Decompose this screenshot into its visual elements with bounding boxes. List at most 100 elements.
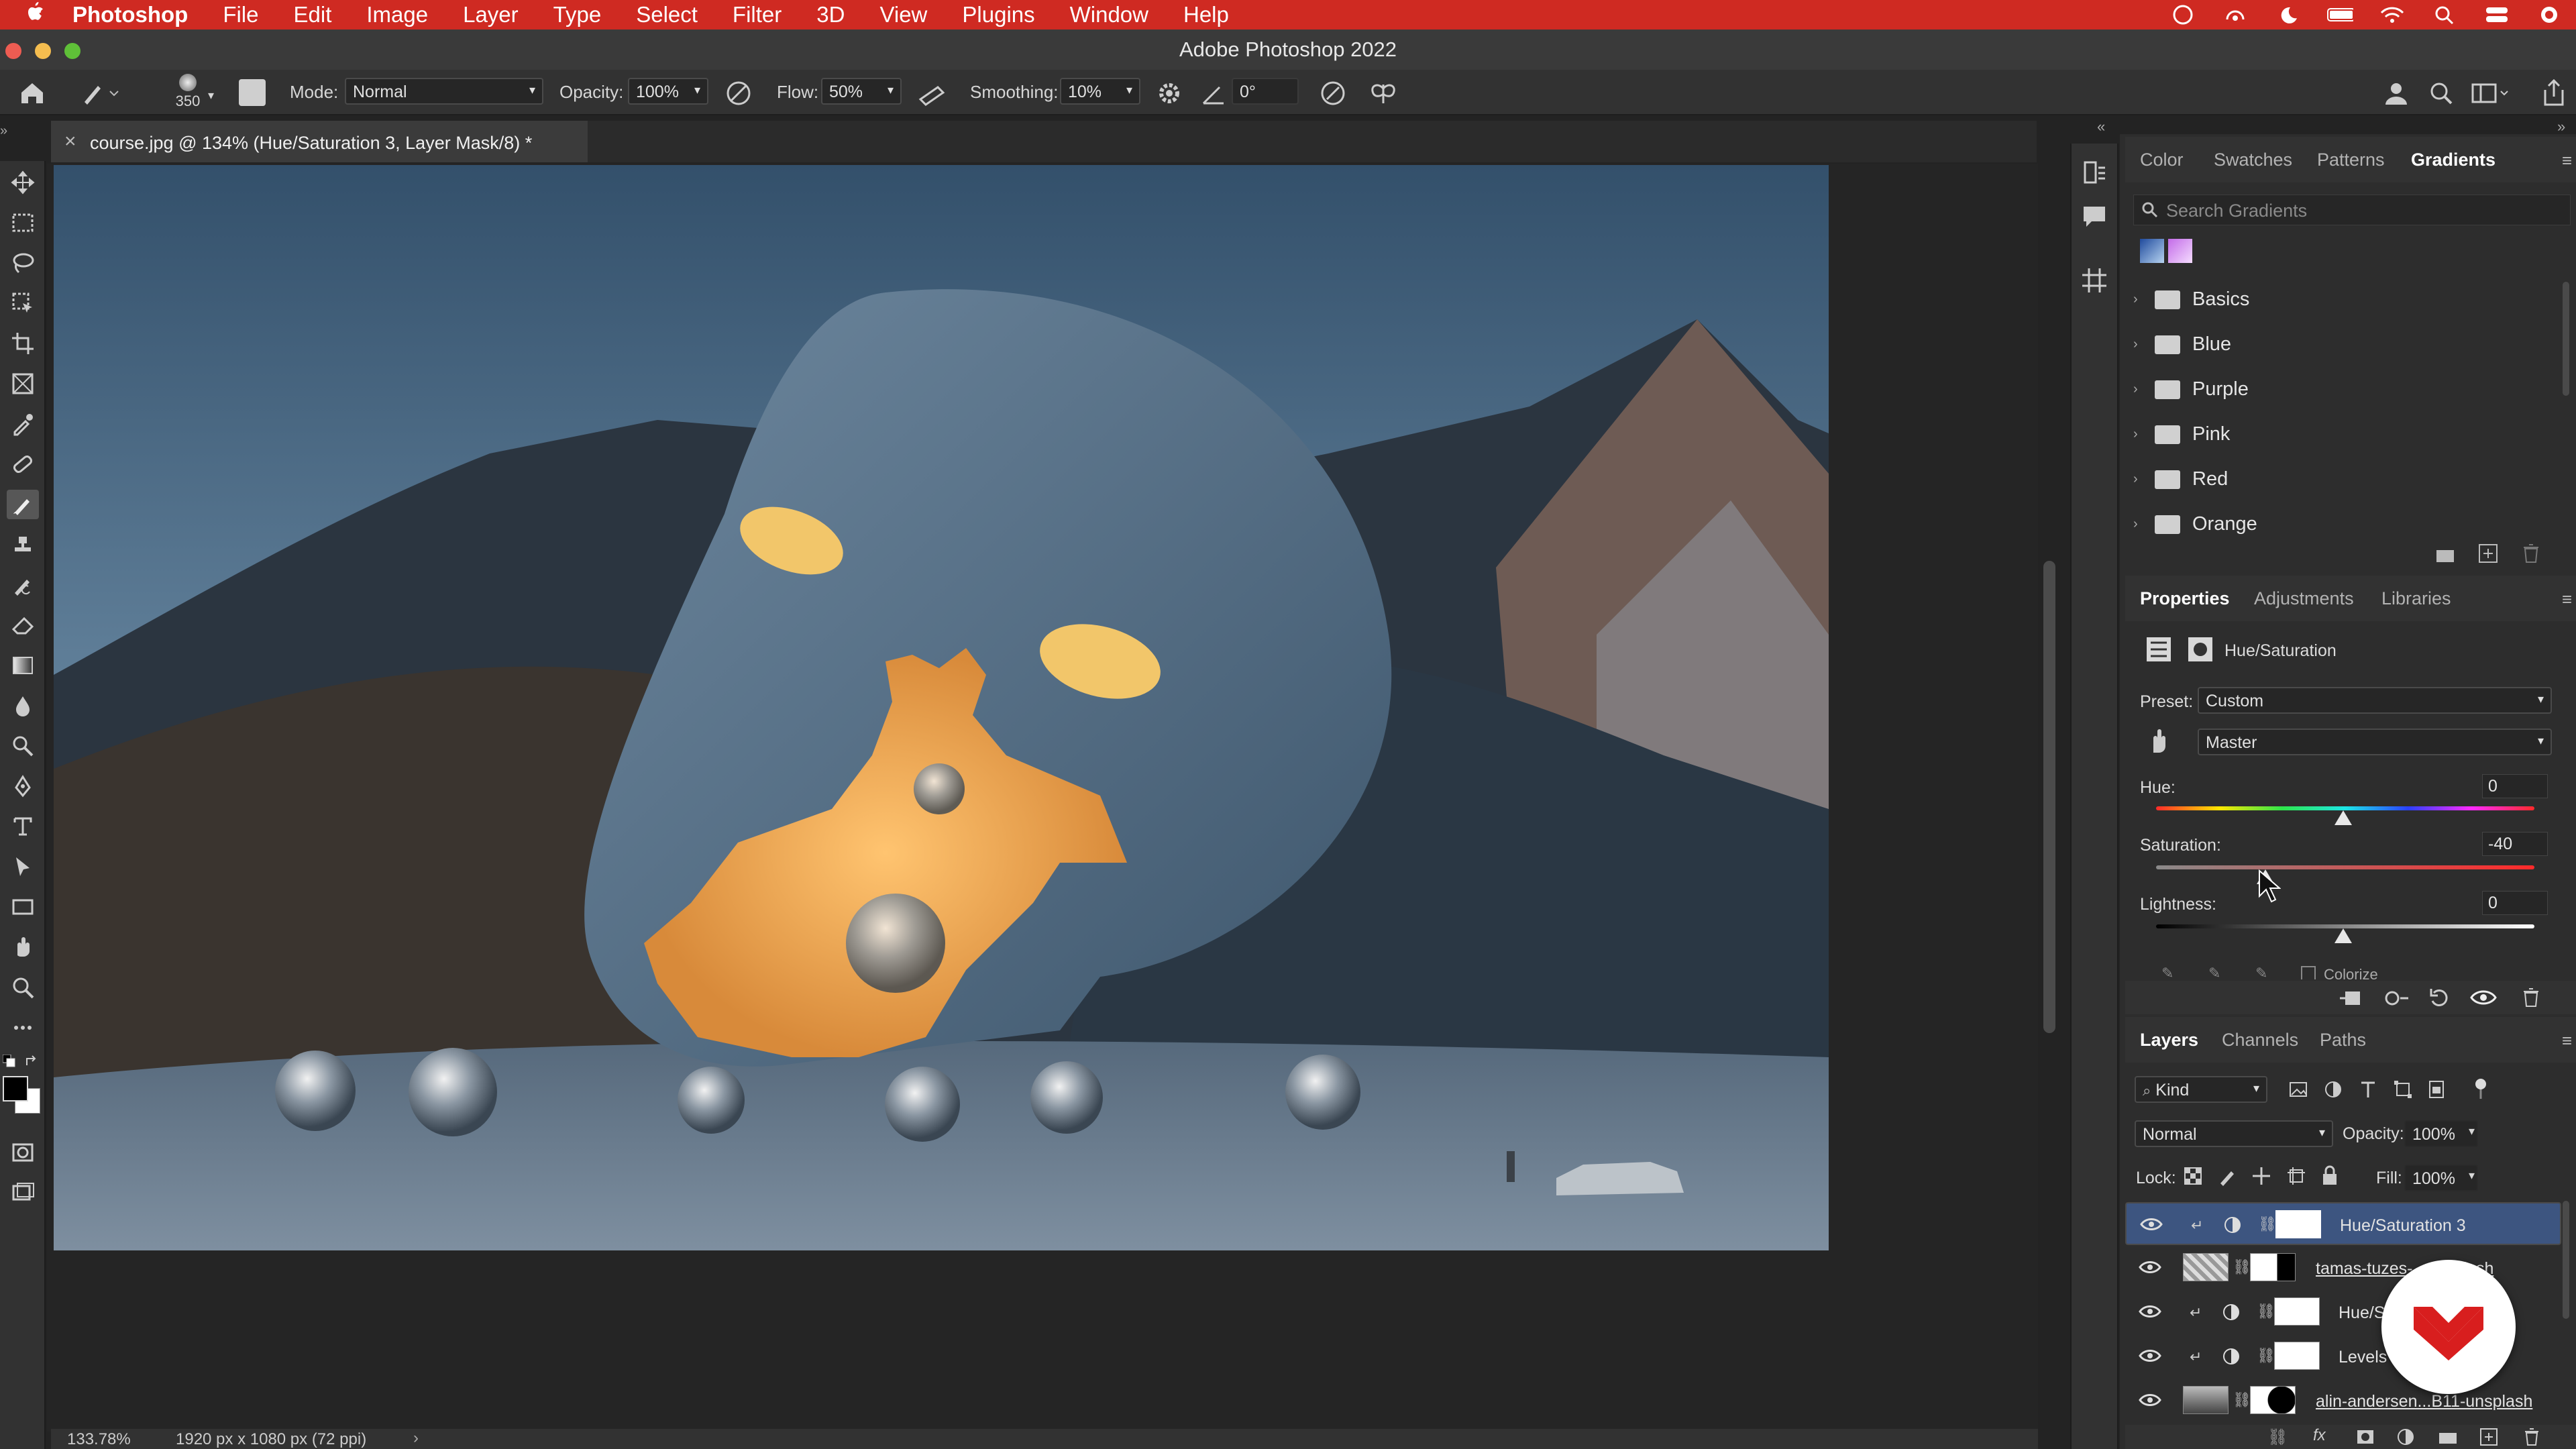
path-selection-tool-icon[interactable] bbox=[7, 852, 39, 881]
toggle-visibility-eye-icon[interactable] bbox=[2470, 987, 2497, 1011]
battery-icon[interactable] bbox=[2326, 5, 2353, 25]
new-layer-icon[interactable] bbox=[2479, 1428, 2498, 1449]
menu-edit[interactable]: Edit bbox=[294, 2, 332, 28]
siri-icon[interactable] bbox=[2536, 5, 2563, 25]
visibility-eye-icon[interactable] bbox=[2139, 1303, 2161, 1325]
pressure-size-icon[interactable] bbox=[1319, 79, 1347, 111]
more-tools-icon[interactable] bbox=[7, 1013, 39, 1042]
targeted-adjustment-hand-icon[interactable] bbox=[2145, 726, 2174, 759]
panel-menu-icon[interactable]: ≡ bbox=[2562, 589, 2572, 610]
rectangle-tool-icon[interactable] bbox=[7, 892, 39, 922]
chevron-down-icon[interactable]: ▾ bbox=[2469, 1169, 2475, 1183]
gradient-folder-orange[interactable]: › Orange bbox=[2133, 513, 2257, 535]
layer-filter-kind-select[interactable]: ⌕ Kind ▾ bbox=[2135, 1076, 2267, 1103]
wifi-icon[interactable] bbox=[2379, 5, 2406, 25]
view-previous-state-icon[interactable] bbox=[2383, 989, 2410, 1011]
healing-brush-tool-icon[interactable] bbox=[7, 449, 39, 479]
eyedropper-plus-icon[interactable]: ✎ bbox=[2208, 965, 2220, 979]
layer-mask-thumbnail[interactable] bbox=[2274, 1342, 2320, 1370]
pen-tool-icon[interactable] bbox=[7, 771, 39, 801]
lasso-tool-icon[interactable] bbox=[7, 248, 39, 278]
apple-menu-icon[interactable] bbox=[24, 1, 44, 29]
layer-thumbnail[interactable] bbox=[2183, 1386, 2229, 1414]
tab-libraries[interactable]: Libraries bbox=[2381, 576, 2451, 621]
trash-icon[interactable] bbox=[2522, 1428, 2541, 1449]
gradients-scrollbar[interactable] bbox=[2563, 282, 2569, 396]
brush-size-caret-icon[interactable]: ▾ bbox=[208, 89, 214, 103]
new-gradient-icon[interactable] bbox=[2478, 543, 2498, 567]
foreground-color-swatch[interactable] bbox=[3, 1076, 28, 1102]
menu-help[interactable]: Help bbox=[1183, 2, 1229, 28]
document-tab[interactable]: × course.jpg @ 134% (Hue/Saturation 3, L… bbox=[51, 121, 588, 162]
menu-select[interactable]: Select bbox=[636, 2, 698, 28]
crop-tool-icon[interactable] bbox=[7, 329, 39, 358]
clone-stamp-tool-icon[interactable] bbox=[7, 530, 39, 559]
type-tool-icon[interactable] bbox=[7, 812, 39, 841]
marquee-tool-icon[interactable] bbox=[7, 208, 39, 237]
adjustment-layer-icon[interactable] bbox=[2145, 636, 2172, 666]
colorize-checkbox[interactable] bbox=[2301, 966, 2316, 979]
filter-smart-objects-icon[interactable] bbox=[2426, 1079, 2447, 1104]
new-group-icon[interactable] bbox=[2438, 1429, 2458, 1448]
hand-tool-icon[interactable] bbox=[7, 932, 39, 962]
lock-transparent-pixels-icon[interactable] bbox=[2183, 1166, 2203, 1189]
saturation-slider[interactable] bbox=[2156, 865, 2534, 869]
link-layers-icon[interactable]: ⛓ bbox=[2267, 1428, 2288, 1447]
frame-tool-icon[interactable] bbox=[7, 369, 39, 398]
add-mask-icon[interactable] bbox=[2356, 1429, 2375, 1448]
hue-slider-thumb[interactable] bbox=[2334, 810, 2352, 825]
history-brush-tool-icon[interactable] bbox=[7, 570, 39, 600]
quick-mask-icon[interactable] bbox=[7, 1138, 39, 1167]
eyedropper-tool-icon[interactable] bbox=[7, 409, 39, 439]
gradient-folder-purple[interactable]: › Purple bbox=[2133, 378, 2249, 400]
tab-channels[interactable]: Channels bbox=[2222, 1017, 2298, 1063]
lock-all-icon[interactable] bbox=[2320, 1165, 2340, 1189]
recent-gradient-swatch[interactable] bbox=[2140, 239, 2164, 263]
visibility-eye-icon[interactable] bbox=[2139, 1391, 2161, 1413]
gradient-tool-icon[interactable] bbox=[7, 651, 39, 680]
panel-menu-icon[interactable]: ≡ bbox=[2562, 1030, 2572, 1051]
gradient-folder-pink[interactable]: › Pink bbox=[2133, 423, 2230, 445]
document-canvas[interactable] bbox=[54, 165, 1829, 1250]
link-chain-icon[interactable]: ⛓ bbox=[2233, 1258, 2251, 1276]
saturation-input[interactable]: -40 bbox=[2482, 832, 2548, 856]
link-chain-icon[interactable]: ⛓ bbox=[2257, 1347, 2275, 1364]
collapse-panels-icon[interactable]: « bbox=[2097, 118, 2105, 136]
brush-settings-panel-toggle[interactable] bbox=[239, 79, 266, 106]
brush-tool-icon[interactable] bbox=[7, 490, 39, 519]
reset-icon[interactable] bbox=[2428, 987, 2451, 1011]
menu-layer[interactable]: Layer bbox=[463, 2, 519, 28]
gradient-folder-red[interactable]: › Red bbox=[2133, 468, 2228, 490]
history-panel-icon[interactable] bbox=[2080, 158, 2109, 191]
gradient-folder-basics[interactable]: › Basics bbox=[2133, 288, 2249, 311]
creative-cloud-icon[interactable] bbox=[2169, 5, 2196, 25]
layer-style-fx-icon[interactable]: fx bbox=[2313, 1426, 2326, 1445]
menu-file[interactable]: File bbox=[223, 2, 258, 28]
eyedropper-minus-icon[interactable]: ✎ bbox=[2255, 965, 2267, 979]
gradient-search-field[interactable]: Search Gradients bbox=[2133, 195, 2571, 225]
zoom-window-button[interactable] bbox=[64, 43, 80, 59]
filter-pixel-layers-icon[interactable] bbox=[2288, 1079, 2309, 1104]
new-group-icon[interactable] bbox=[2435, 545, 2455, 567]
hue-input[interactable]: 0 bbox=[2482, 774, 2548, 798]
layer-mask-thumbnail[interactable] bbox=[2274, 1297, 2320, 1326]
control-center-icon[interactable] bbox=[2483, 5, 2510, 25]
mode-select[interactable]: Normal ▾ bbox=[345, 78, 543, 105]
close-tab-icon[interactable]: × bbox=[64, 130, 76, 153]
tab-paths[interactable]: Paths bbox=[2320, 1017, 2366, 1063]
workspace-switcher-icon[interactable] bbox=[2471, 79, 2512, 111]
tab-gradients[interactable]: Gradients bbox=[2411, 137, 2496, 182]
tab-adjustments[interactable]: Adjustments bbox=[2254, 576, 2354, 621]
eyedropper-icon[interactable]: ✎ bbox=[2161, 965, 2174, 979]
visibility-eye-icon[interactable] bbox=[2140, 1216, 2163, 1238]
spotlight-search-icon[interactable] bbox=[2431, 5, 2458, 25]
move-tool-icon[interactable] bbox=[7, 168, 39, 197]
fill-input[interactable]: 100% bbox=[2404, 1165, 2478, 1191]
menu-filter[interactable]: Filter bbox=[733, 2, 782, 28]
link-chain-icon[interactable]: ⛓ bbox=[2258, 1216, 2277, 1233]
moon-icon[interactable] bbox=[2274, 5, 2301, 25]
airbrush-icon[interactable] bbox=[918, 79, 949, 111]
symmetry-butterfly-icon[interactable] bbox=[1368, 79, 1398, 111]
clip-to-layer-icon[interactable] bbox=[2339, 989, 2365, 1011]
opacity-input[interactable]: 100% ▾ bbox=[628, 78, 708, 105]
